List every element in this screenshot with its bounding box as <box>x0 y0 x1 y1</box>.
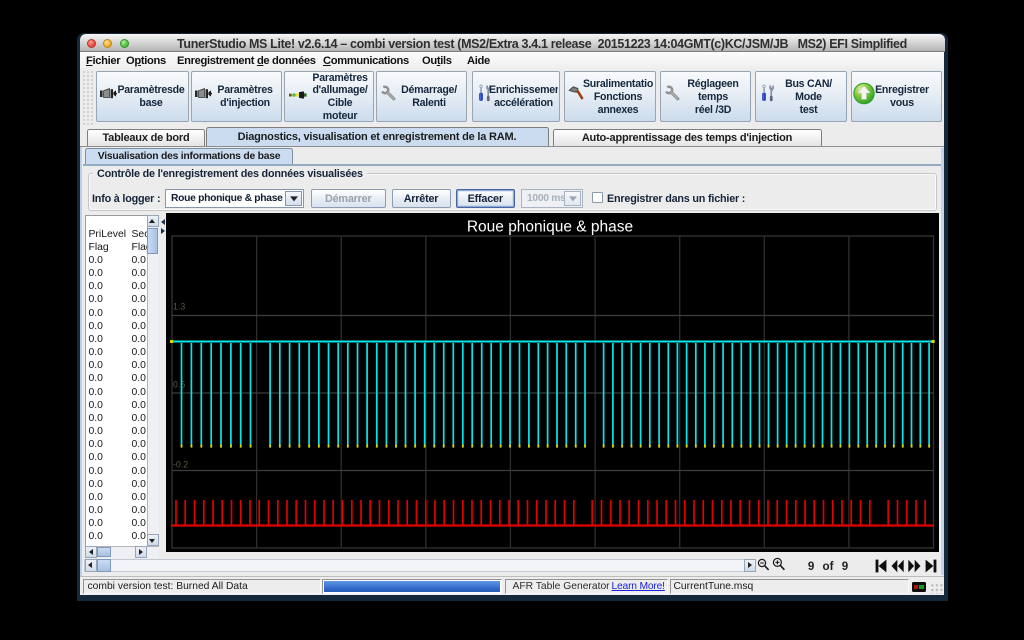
svg-text:1.3: 1.3 <box>173 302 185 312</box>
svg-text:Roue phonique & phase: Roue phonique & phase <box>467 219 633 236</box>
svg-text:0.5: 0.5 <box>173 380 185 390</box>
svg-text:-0.2: -0.2 <box>173 460 188 470</box>
